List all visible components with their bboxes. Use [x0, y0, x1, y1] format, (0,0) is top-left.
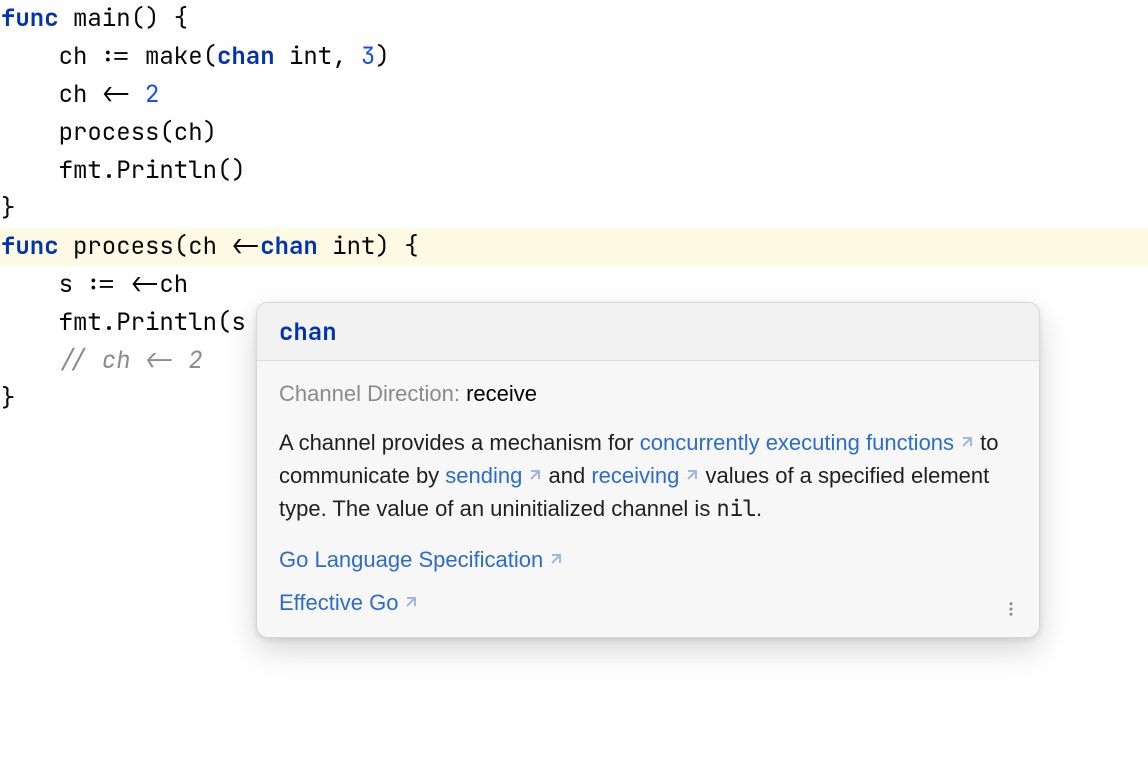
code-editor[interactable]: func main() { ch := make(chan int, 3) ch… [0, 0, 1148, 418]
code-text: } [1, 383, 15, 414]
external-link-icon [547, 544, 563, 560]
popup-title: chan [279, 317, 337, 348]
quick-doc-popup: chan Channel Direction: receive A channe… [256, 302, 1040, 638]
code-text: process(ch) [1, 117, 217, 148]
code-text: main() { [59, 3, 189, 34]
code-line[interactable]: func main() { [0, 0, 1148, 38]
nil-literal: nil [716, 494, 756, 523]
popup-description: A channel provides a mechanism for concu… [279, 426, 1017, 525]
reference-links: Go Language Specification Effective Go [279, 543, 1017, 619]
keyword-chan: chan [217, 41, 275, 72]
code-line[interactable]: ch := make(chan int, 3) [0, 38, 1148, 76]
channel-direction-label: Channel Direction: [279, 381, 460, 406]
more-options-button[interactable] [997, 595, 1025, 623]
code-text: process(ch <- [59, 231, 261, 262]
code-line-highlighted[interactable]: func process(ch <-chan int) { [0, 228, 1148, 266]
desc-text: and [549, 463, 592, 488]
keyword-func: func [1, 3, 59, 34]
code-line[interactable]: process(ch) [0, 114, 1148, 152]
link-concurrent-functions[interactable]: concurrently executing functions [640, 430, 974, 455]
channel-direction-value: receive [466, 381, 537, 406]
code-line[interactable]: fmt.Println() [0, 152, 1148, 190]
link-sending[interactable]: sending [445, 463, 542, 488]
channel-direction-row: Channel Direction: receive [279, 377, 1017, 410]
kebab-menu-icon [1002, 600, 1020, 618]
code-line[interactable]: } [0, 190, 1148, 228]
code-text: fmt.Println() [1, 155, 246, 186]
popup-header: chan [257, 303, 1039, 361]
code-line[interactable]: ch <- 2 [0, 76, 1148, 114]
code-text: fmt.Println(s [1, 307, 246, 338]
link-go-spec[interactable]: Go Language Specification [279, 543, 1017, 576]
desc-text: A channel provides a mechanism for [279, 430, 640, 455]
code-text: int) { [318, 231, 419, 262]
link-receiving[interactable]: receiving [591, 463, 699, 488]
external-link-icon [958, 427, 974, 443]
link-effective-go[interactable]: Effective Go [279, 586, 1017, 619]
code-line[interactable]: s := <-ch [0, 266, 1148, 304]
code-text: s := <-ch [1, 269, 188, 300]
external-link-icon [526, 460, 542, 476]
number-literal: 3 [361, 41, 375, 72]
code-text: ch := make( [1, 41, 217, 72]
external-link-icon [683, 460, 699, 476]
desc-text: . [756, 496, 762, 521]
code-text: int, [275, 41, 361, 72]
number-literal: 2 [145, 79, 159, 110]
popup-body: Channel Direction: receive A channel pro… [257, 361, 1039, 637]
code-text: } [1, 193, 15, 224]
comment: // ch <- 2 [1, 345, 203, 376]
code-text: ) [375, 41, 389, 72]
external-link-icon [402, 587, 418, 603]
keyword-func: func [1, 231, 59, 262]
keyword-chan: chan [260, 231, 318, 262]
code-text: ch <- [1, 79, 145, 110]
